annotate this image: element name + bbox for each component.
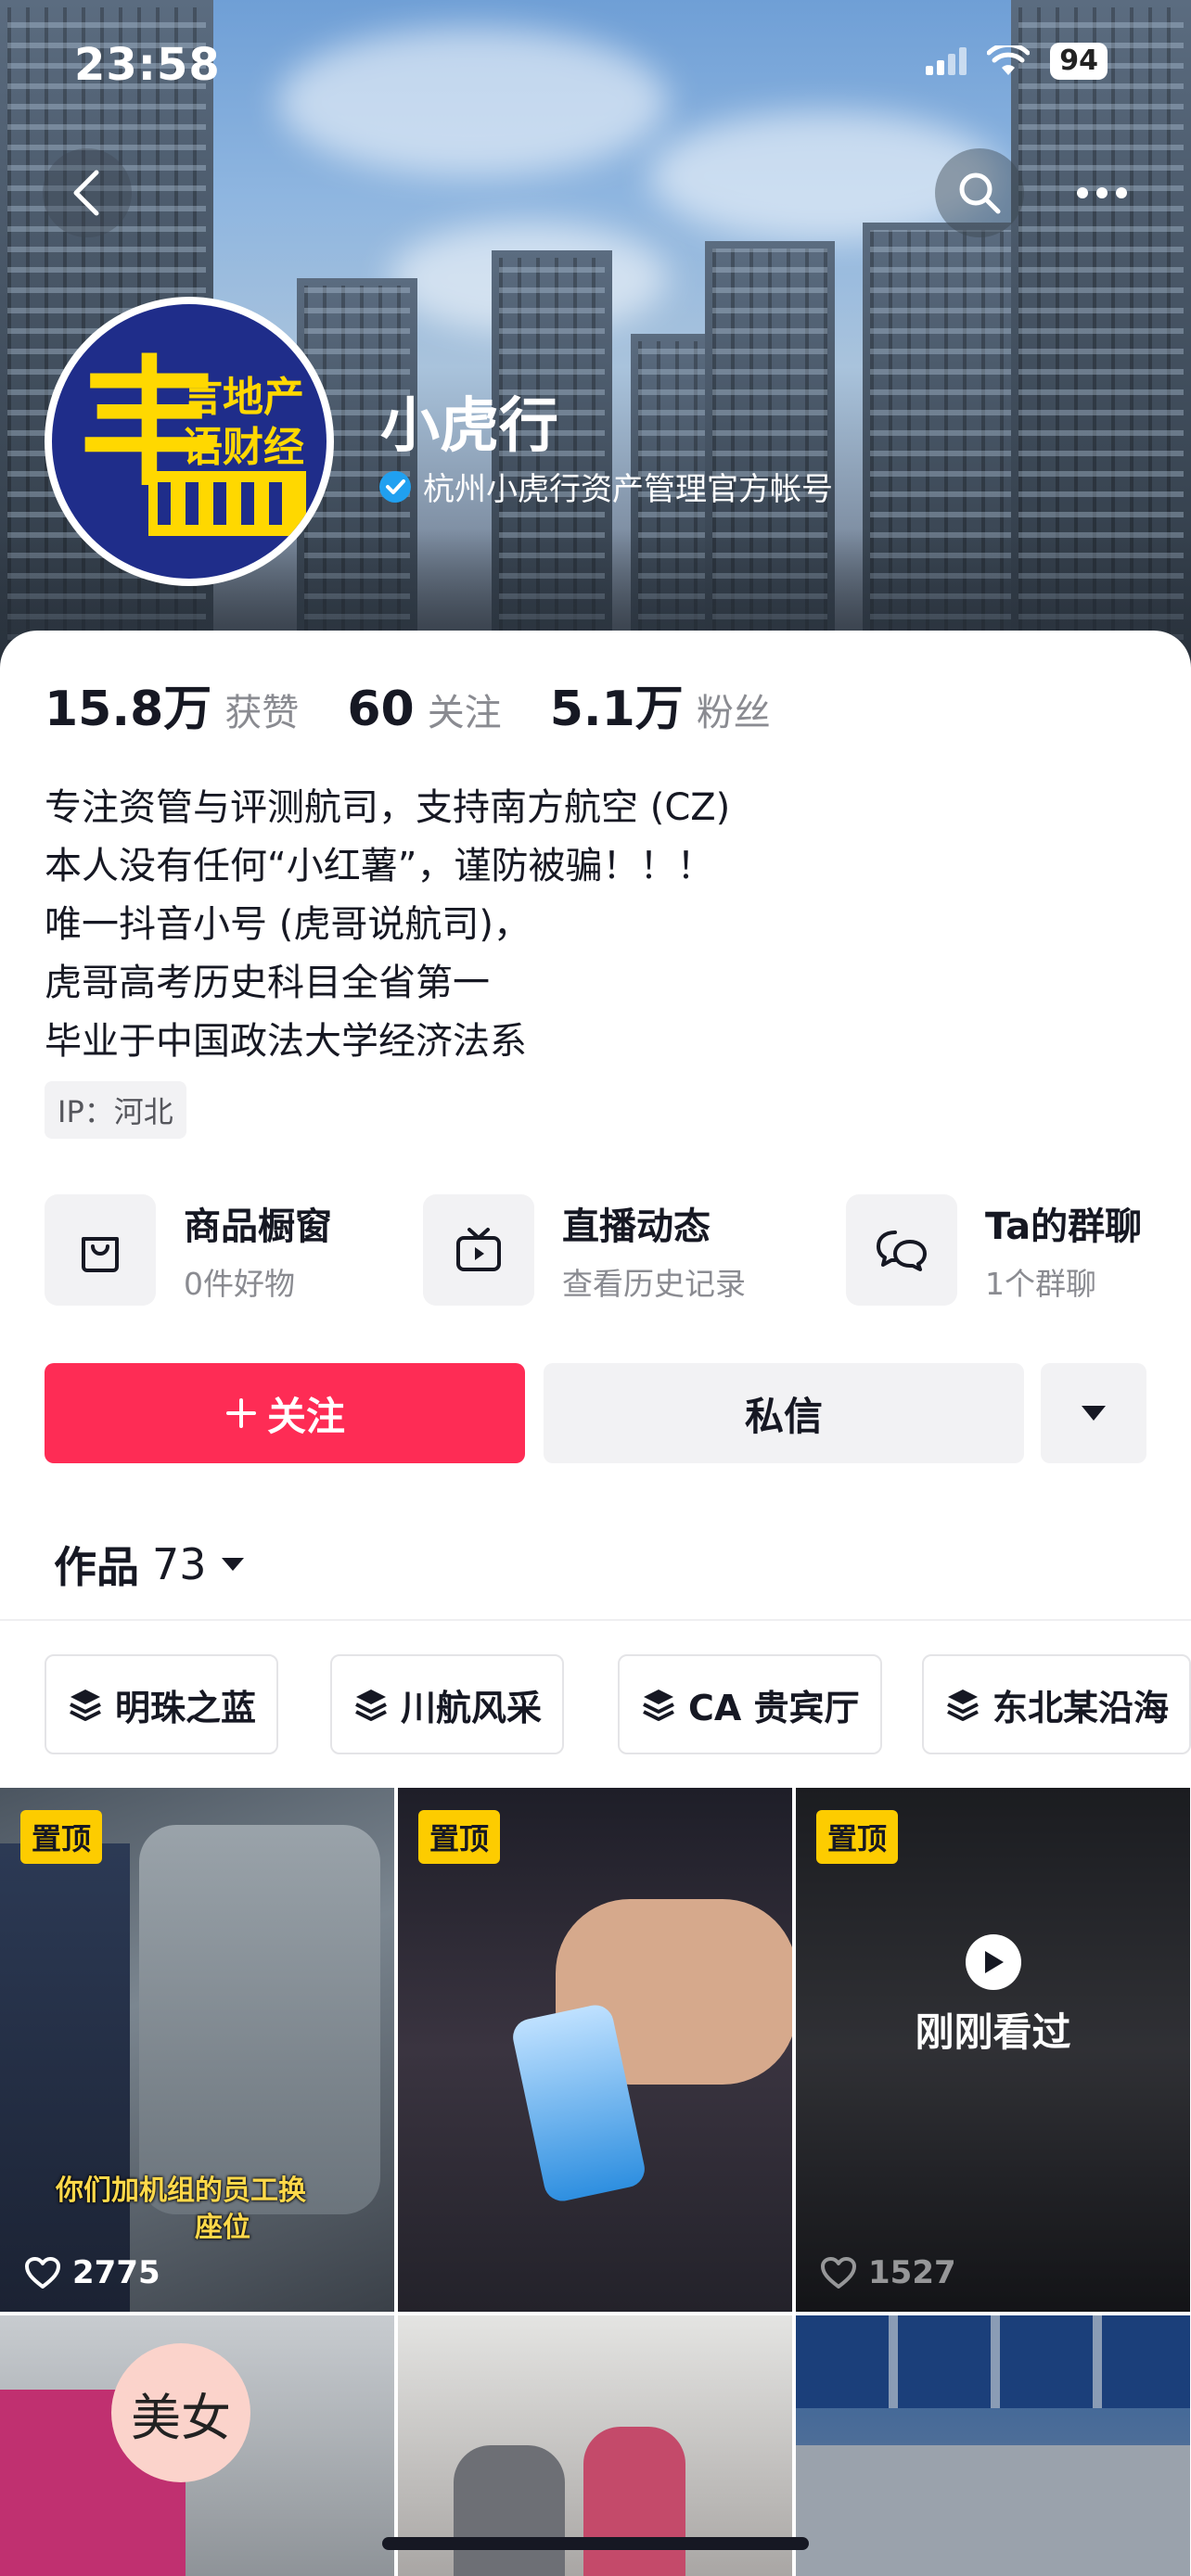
heart-outline-icon xyxy=(821,2257,856,2289)
layers-icon xyxy=(70,1690,101,1721)
status-bar: 23:58 94 xyxy=(0,0,1191,121)
avatar-logo-line2: 语财经 xyxy=(182,424,304,471)
follow-label: 关注 xyxy=(266,1393,345,1439)
message-button[interactable]: 私信 xyxy=(544,1363,1024,1463)
video-thumbnail[interactable]: 置顶 你们加机组的员工换 座位 2775 xyxy=(0,1788,394,2312)
layers-icon xyxy=(947,1690,979,1721)
avatar[interactable]: 丰 言地产 语财经 xyxy=(45,297,334,586)
battery-level: 94 xyxy=(1050,43,1108,80)
works-label: 作品 xyxy=(54,1542,139,1592)
profile-bio: 专注资管与评测航司，支持南方航空 (CZ) 本人没有任何“小红薯”，谨防被骗！！… xyxy=(45,779,730,1071)
more-dots-icon xyxy=(1077,187,1127,198)
profile-stats: 15.8万 获赞 60 关注 5.1万 粉丝 xyxy=(45,670,819,739)
ip-location-tag: IP：河北 xyxy=(45,1081,186,1139)
status-time: 23:58 xyxy=(74,39,221,91)
video-caption: 你们加机组的员工换 座位 xyxy=(56,2173,306,2247)
stat-label: 获赞 xyxy=(224,692,300,734)
more-options-button[interactable] xyxy=(1057,148,1146,237)
collection-chip[interactable]: 川航风采 xyxy=(330,1654,565,1754)
collection-label: 东北某沿海 xyxy=(992,1687,1170,1728)
video-likes: 2775 xyxy=(24,2254,160,2291)
stat-label: 粉丝 xyxy=(696,692,771,734)
more-actions-button[interactable] xyxy=(1041,1363,1146,1463)
caret-down-icon xyxy=(1082,1406,1106,1421)
entry-title: 商品橱窗 xyxy=(184,1205,332,1248)
entry-subtitle: 1个群聊 xyxy=(985,1266,1096,1302)
stat-followers[interactable]: 5.1万 粉丝 xyxy=(550,670,771,739)
divider xyxy=(0,1619,1191,1621)
caption-line: 座位 xyxy=(195,2212,250,2244)
wifi-icon xyxy=(987,45,1031,75)
message-label: 私信 xyxy=(744,1393,823,1439)
verified-info: 杭州小虎行资产管理官方帐号 xyxy=(378,464,833,509)
pinned-badge: 置顶 xyxy=(816,1810,899,1864)
works-count: 73 xyxy=(152,1539,207,1589)
video-thumbnail[interactable]: 置顶 刚刚看过 1527 xyxy=(796,1788,1190,2312)
tab-works[interactable]: 作品 73 xyxy=(54,1534,246,1595)
chevron-left-icon xyxy=(73,170,99,216)
caret-down-icon xyxy=(221,1558,244,1571)
verified-badge-icon xyxy=(379,470,411,503)
chat-bubbles-icon xyxy=(846,1194,957,1306)
entry-title: 直播动态 xyxy=(562,1205,711,1248)
video-thumbnail[interactable] xyxy=(796,2315,1190,2576)
recently-watched-label: 刚刚看过 xyxy=(915,2009,1071,2055)
home-indicator xyxy=(382,2537,809,2550)
collection-label: CA 贵宾厅 xyxy=(688,1687,860,1728)
video-likes: 1527 xyxy=(820,2254,956,2291)
bio-line: 专注资管与评测航司，支持南方航空 (CZ) xyxy=(45,786,731,829)
stat-number: 15.8万 xyxy=(45,682,212,737)
likes-count: 1527 xyxy=(868,2254,956,2291)
collection-label: 川航风采 xyxy=(401,1687,543,1728)
collection-chip[interactable]: CA 贵宾厅 xyxy=(618,1654,882,1754)
profile-entries: 商品橱窗 0件好物 直播动态 查看历史记录 Ta的群聊 1个群聊 xyxy=(45,1194,1191,1315)
entry-subtitle: 0件好物 xyxy=(184,1266,295,1302)
entry-subtitle: 查看历史记录 xyxy=(562,1266,746,1302)
bio-line: 虎哥高考历史科目全省第一 xyxy=(45,962,490,1004)
entry-group-chat[interactable]: Ta的群聊 1个群聊 xyxy=(846,1194,1142,1306)
pinned-badge: 置顶 xyxy=(418,1810,501,1864)
entry-live-history[interactable]: 直播动态 查看历史记录 xyxy=(423,1194,746,1306)
entry-title: Ta的群聊 xyxy=(985,1205,1143,1248)
collection-label: 明珠之蓝 xyxy=(115,1687,257,1728)
collections-row: 明珠之蓝 川航风采 CA 贵宾厅 东北某沿海 xyxy=(45,1654,1191,1754)
heart-outline-icon xyxy=(25,2257,60,2289)
stat-number: 60 xyxy=(347,682,415,737)
cellular-signal-icon xyxy=(926,47,967,75)
pinned-badge: 置顶 xyxy=(20,1810,103,1864)
stat-number: 5.1万 xyxy=(549,682,684,737)
video-thumbnail[interactable]: 置顶 xyxy=(398,1788,792,2312)
layers-icon xyxy=(643,1690,674,1721)
profile-actions: 关注 私信 xyxy=(45,1363,1146,1463)
search-icon xyxy=(959,172,1001,214)
face-sticker: 美女 xyxy=(111,2343,250,2482)
stat-label: 关注 xyxy=(427,692,502,734)
shopping-bag-icon xyxy=(45,1194,156,1306)
stat-likes: 15.8万 获赞 xyxy=(45,670,299,739)
play-icon xyxy=(966,1934,1021,1990)
plus-icon xyxy=(225,1398,256,1428)
profile-nickname: 小虎行 xyxy=(380,392,558,461)
bio-line: 毕业于中国政法大学经济法系 xyxy=(45,1020,527,1063)
entry-shop-window[interactable]: 商品橱窗 0件好物 xyxy=(45,1194,332,1306)
layers-icon xyxy=(355,1690,387,1721)
stat-following[interactable]: 60 关注 xyxy=(347,682,501,737)
search-button[interactable] xyxy=(935,148,1024,237)
likes-count: 2775 xyxy=(72,2254,160,2291)
bio-line: 唯一抖音小号 (虎哥说航司)， xyxy=(45,903,531,946)
tv-icon xyxy=(423,1194,534,1306)
collection-chip[interactable]: 明珠之蓝 xyxy=(45,1654,279,1754)
caption-line: 你们加机组的员工换 xyxy=(56,2174,306,2207)
back-button[interactable] xyxy=(43,148,132,237)
verified-label: 杭州小虎行资产管理官方帐号 xyxy=(423,471,833,508)
collection-chip[interactable]: 东北某沿海 xyxy=(922,1654,1191,1754)
follow-button[interactable]: 关注 xyxy=(45,1363,525,1463)
video-thumbnail[interactable]: 美女 xyxy=(0,2315,394,2576)
bio-line: 本人没有任何“小红薯”，谨防被骗！！！ xyxy=(45,845,714,887)
